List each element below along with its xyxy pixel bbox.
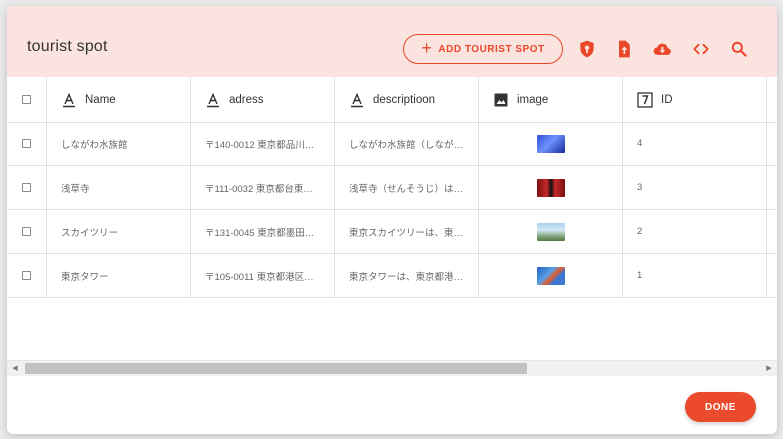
horizontal-scrollbar[interactable]: ◀ ▶ bbox=[7, 360, 777, 376]
code-icon[interactable] bbox=[691, 39, 711, 59]
shield-icon[interactable] bbox=[577, 39, 597, 59]
add-tourist-spot-button[interactable]: + ADD TOURIST SPOT bbox=[403, 34, 563, 64]
row-checkbox[interactable] bbox=[22, 271, 31, 280]
cell-description: 東京スカイツリーは、東… bbox=[349, 227, 464, 239]
number-type-icon bbox=[637, 91, 653, 108]
cell-address: 〒105-0011 東京都港区… bbox=[205, 271, 314, 283]
cell-name: 東京タワー bbox=[61, 271, 109, 283]
dialog-header: tourist spot + ADD TOURIST SPOT bbox=[7, 6, 777, 77]
cell-id: 3 bbox=[637, 182, 643, 193]
table-row[interactable]: スカイツリー 〒131-0045 東京都墨田… 東京スカイツリーは、東… 2 bbox=[7, 210, 777, 254]
scroll-right-arrow-icon[interactable]: ▶ bbox=[764, 363, 774, 374]
table-row[interactable]: 浅草寺 〒111-0032 東京都台東… 浅草寺（せんそうじ）は… 3 bbox=[7, 166, 777, 210]
column-label: adress bbox=[229, 93, 264, 106]
cell-id: 2 bbox=[637, 226, 643, 237]
column-header-image[interactable]: image bbox=[479, 77, 623, 122]
text-type-icon bbox=[349, 92, 365, 108]
cell-address: 〒131-0045 東京都墨田… bbox=[205, 227, 315, 239]
select-all-checkbox[interactable] bbox=[22, 95, 31, 104]
column-header-description[interactable]: descriptioon bbox=[335, 77, 479, 122]
cell-id: 4 bbox=[637, 138, 643, 149]
row-checkbox[interactable] bbox=[22, 227, 31, 236]
column-header-overflow bbox=[767, 77, 777, 122]
plus-icon: + bbox=[421, 38, 433, 58]
cell-name: 浅草寺 bbox=[61, 183, 90, 195]
column-label: image bbox=[517, 93, 549, 106]
tower-thumbnail[interactable] bbox=[536, 266, 565, 285]
text-type-icon bbox=[205, 92, 221, 108]
header-checkbox-cell bbox=[7, 77, 47, 122]
aquarium-thumbnail[interactable] bbox=[536, 134, 565, 153]
scrollbar-thumb[interactable] bbox=[25, 363, 527, 374]
table-row[interactable]: 東京タワー 〒105-0011 東京都港区… 東京タワーは、東京都港… 1 bbox=[7, 254, 777, 298]
cell-description: 東京タワーは、東京都港… bbox=[349, 271, 464, 283]
cell-address: 〒140-0012 東京都品川… bbox=[205, 139, 315, 151]
cloud-download-icon[interactable] bbox=[652, 39, 672, 59]
cell-id: 1 bbox=[637, 270, 643, 281]
cell-name: スカイツリー bbox=[61, 227, 119, 239]
row-checkbox[interactable] bbox=[22, 139, 31, 148]
skytree-thumbnail[interactable] bbox=[536, 222, 565, 241]
tourist-spot-dialog: tourist spot + ADD TOURIST SPOT Name adr… bbox=[7, 6, 777, 434]
column-label: Name bbox=[85, 93, 116, 106]
text-type-icon bbox=[61, 92, 77, 108]
column-header-address[interactable]: adress bbox=[191, 77, 335, 122]
column-label: descriptioon bbox=[373, 93, 436, 106]
scroll-left-arrow-icon[interactable]: ◀ bbox=[10, 363, 20, 374]
cell-address: 〒111-0032 東京都台東… bbox=[205, 183, 313, 195]
column-header-id[interactable]: ID bbox=[623, 77, 767, 122]
column-label: ID bbox=[661, 93, 673, 106]
column-header-name[interactable]: Name bbox=[47, 77, 191, 122]
cell-description: 浅草寺（せんそうじ）は… bbox=[349, 183, 464, 195]
temple-thumbnail[interactable] bbox=[536, 178, 565, 197]
add-button-label: ADD TOURIST SPOT bbox=[438, 43, 545, 55]
row-checkbox[interactable] bbox=[22, 183, 31, 192]
upload-file-icon[interactable] bbox=[614, 39, 634, 59]
image-type-icon bbox=[493, 92, 509, 108]
cell-name: しながわ水族館 bbox=[61, 139, 128, 151]
done-button[interactable]: DONE bbox=[685, 392, 756, 422]
table-row[interactable]: しながわ水族館 〒140-0012 東京都品川… しながわ水族館（しなが… 4 bbox=[7, 122, 777, 166]
table-header-row: Name adress descriptioon image ID bbox=[7, 77, 777, 123]
dialog-title: tourist spot bbox=[27, 38, 108, 55]
search-icon[interactable] bbox=[729, 39, 749, 59]
cell-description: しながわ水族館（しなが… bbox=[349, 139, 464, 151]
